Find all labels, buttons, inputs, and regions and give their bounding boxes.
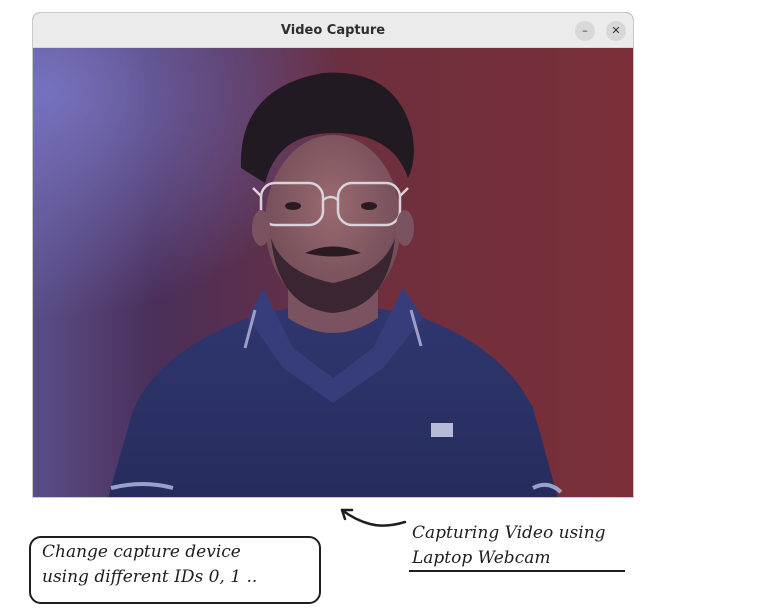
minimize-button[interactable]: –	[575, 21, 595, 41]
close-button[interactable]: ✕	[606, 21, 626, 41]
webcam-frame	[33, 48, 633, 497]
window-title: Video Capture	[280, 23, 386, 38]
video-capture-window: Video Capture – ✕	[32, 12, 634, 498]
note-line: Capturing Video using	[412, 523, 606, 543]
close-icon: ✕	[611, 24, 621, 37]
note-line: Laptop Webcam	[412, 548, 551, 568]
minimize-icon: –	[582, 24, 588, 37]
note-underline	[409, 570, 625, 572]
arrow-icon	[340, 508, 407, 527]
note-line: using different IDs 0, 1 ..	[42, 567, 258, 587]
title-bar[interactable]: Video Capture – ✕	[33, 13, 633, 48]
capture-device-note: Change capture device using different ID…	[42, 540, 317, 590]
note-line: Change capture device	[42, 542, 241, 562]
webcam-note: Capturing Video using Laptop Webcam	[412, 521, 632, 571]
